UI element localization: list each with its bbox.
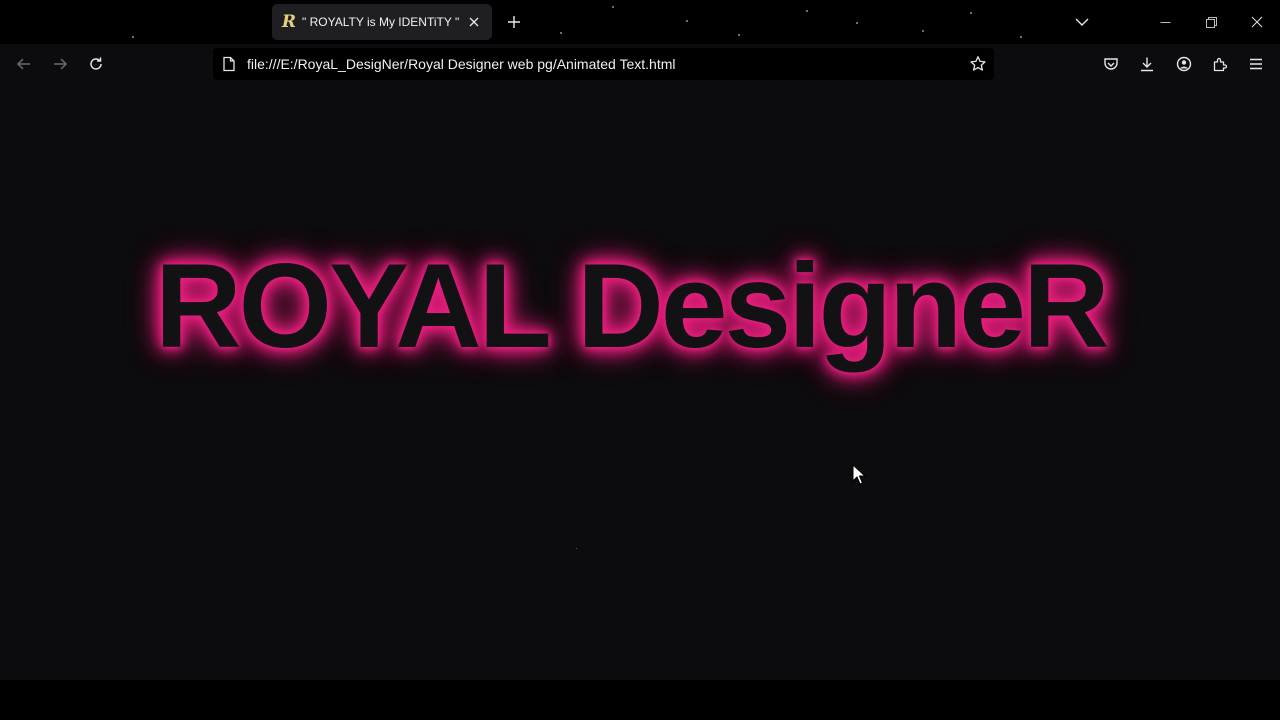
- page-content: ROYAL DesigneR: [0, 84, 1280, 680]
- tab-active[interactable]: R " ROYALTY is My IDENTiTY ": [272, 4, 492, 40]
- download-icon[interactable]: [1135, 52, 1159, 76]
- hamburger-menu-icon[interactable]: [1244, 52, 1268, 76]
- plus-icon[interactable]: [503, 11, 525, 33]
- navigation-toolbar: file:///E:/RoyaL_DesigNer/Royal Designer…: [0, 44, 1280, 84]
- background-star: [560, 32, 562, 34]
- mouse-cursor-icon: [852, 464, 866, 486]
- restore-icon[interactable]: [1188, 0, 1234, 44]
- browser-window: R " ROYALTY is My IDENTiTY " file:///E:/…: [0, 0, 1280, 720]
- page-icon: [221, 56, 237, 72]
- background-star: [856, 22, 858, 24]
- background-star: [132, 36, 134, 38]
- bottom-strip: [0, 680, 1280, 720]
- tab-title: " ROYALTY is My IDENTiTY ": [302, 15, 460, 29]
- background-star: [1020, 36, 1022, 38]
- url-text[interactable]: file:///E:/RoyaL_DesigNer/Royal Designer…: [247, 56, 676, 72]
- extensions-icon[interactable]: [1208, 52, 1232, 76]
- pocket-icon[interactable]: [1099, 52, 1123, 76]
- arrow-left-icon[interactable]: [12, 52, 36, 76]
- tab-strip: R " ROYALTY is My IDENTiTY ": [0, 0, 1280, 44]
- background-star: [922, 30, 924, 32]
- background-star: [612, 6, 614, 8]
- address-bar[interactable]: file:///E:/RoyaL_DesigNer/Royal Designer…: [213, 48, 994, 80]
- reload-icon[interactable]: [84, 52, 108, 76]
- account-icon[interactable]: [1172, 52, 1196, 76]
- close-window-icon[interactable]: [1234, 0, 1280, 44]
- background-star: [970, 12, 972, 14]
- background-star: [576, 548, 577, 549]
- chevron-down-icon[interactable]: [1071, 11, 1093, 33]
- glowing-heading: ROYAL DesigneR: [155, 239, 1110, 373]
- arrow-right-icon[interactable]: [48, 52, 72, 76]
- minimize-icon[interactable]: [1142, 0, 1188, 44]
- star-icon[interactable]: [968, 54, 988, 74]
- background-star: [806, 10, 808, 12]
- close-icon[interactable]: [464, 12, 484, 32]
- background-star: [738, 34, 740, 36]
- favicon-icon: R: [281, 12, 297, 32]
- background-star: [686, 20, 688, 22]
